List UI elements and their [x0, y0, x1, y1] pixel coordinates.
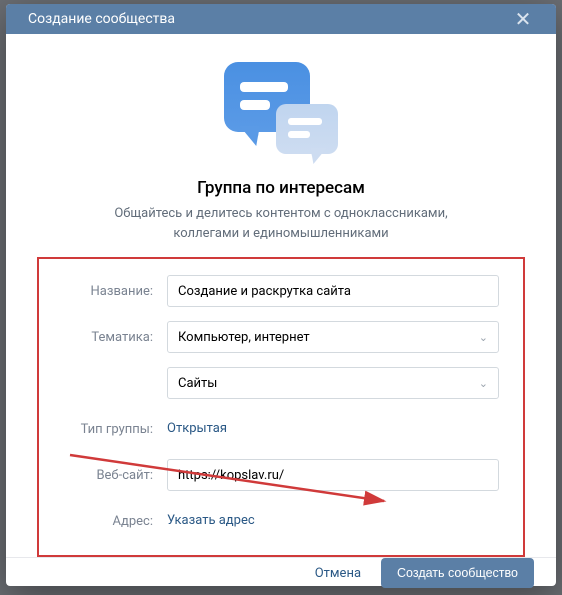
- topic-select[interactable]: Компьютер, интернет ⌄: [167, 321, 499, 353]
- modal-title: Создание сообщества: [28, 11, 175, 27]
- cancel-button[interactable]: Отмена: [311, 560, 365, 587]
- chat-bubbles-illustration: [216, 62, 346, 172]
- address-label: Адрес:: [63, 514, 167, 529]
- section-subheading: Общайтесь и делитесь контентом с однокла…: [101, 204, 461, 243]
- type-label: Тип группы:: [63, 422, 167, 437]
- modal-header: Создание сообщества ✕: [6, 4, 556, 34]
- form-highlight-box: Название: Тематика: Компьютер, интернет …: [37, 257, 525, 557]
- modal-footer: Отмена Создать сообщество: [6, 557, 556, 588]
- chevron-down-icon: ⌄: [479, 331, 488, 344]
- chevron-down-icon: ⌄: [479, 377, 488, 390]
- address-link[interactable]: Указать адрес: [167, 513, 255, 528]
- group-type-link[interactable]: Открытая: [167, 421, 227, 436]
- close-icon: ✕: [515, 7, 532, 31]
- create-community-modal: Создание сообщества ✕ Группа по интереса…: [6, 4, 556, 586]
- name-label: Название:: [63, 284, 167, 299]
- subtopic-value: Сайты: [178, 376, 217, 391]
- name-input[interactable]: [167, 275, 499, 307]
- section-heading: Группа по интересам: [197, 178, 365, 198]
- create-community-button[interactable]: Создать сообщество: [381, 558, 534, 588]
- website-label: Веб-сайт:: [63, 468, 167, 483]
- topic-label: Тематика:: [63, 330, 167, 345]
- modal-body: Группа по интересам Общайтесь и делитесь…: [6, 34, 556, 557]
- subtopic-select[interactable]: Сайты ⌄: [167, 367, 499, 399]
- website-input[interactable]: [167, 459, 499, 491]
- close-button[interactable]: ✕: [508, 4, 538, 34]
- chat-bubble-small-icon: [276, 104, 338, 154]
- topic-value: Компьютер, интернет: [178, 330, 310, 345]
